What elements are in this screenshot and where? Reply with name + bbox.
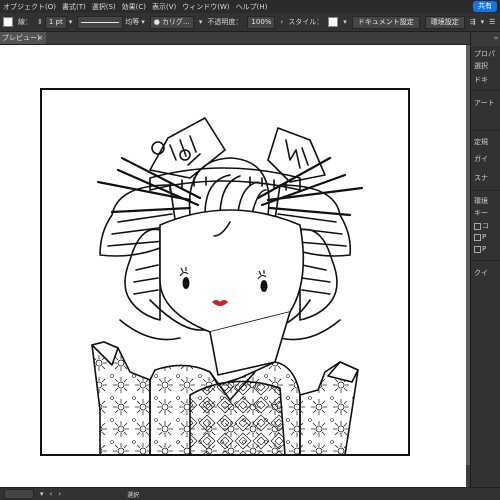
properties-panel: « プロパ 選択 ドキ アート 定規 ガイ スナ 環境 キー コ P P クイ bbox=[470, 32, 500, 487]
checkbox-icon[interactable] bbox=[474, 233, 481, 241]
left-eye bbox=[182, 277, 190, 289]
stroke-label: 線： bbox=[18, 18, 32, 26]
close-icon[interactable]: × bbox=[37, 32, 43, 44]
menu-item-view[interactable]: 表示(V) bbox=[152, 2, 176, 12]
chevron-down-icon[interactable]: ▾ bbox=[481, 18, 485, 26]
arrange-icon[interactable]: ⇶ bbox=[470, 18, 476, 26]
checkbox-label: P bbox=[482, 245, 487, 253]
menu-item-object[interactable]: オブジェクト(O) bbox=[3, 2, 56, 12]
style-label: スタイル： bbox=[288, 18, 324, 26]
stroke-profile-control[interactable]: 均等 ▾ bbox=[77, 15, 145, 29]
panel-label-keyboard: キー bbox=[474, 209, 488, 217]
right-eye bbox=[260, 280, 268, 292]
current-tool-label: 選択 bbox=[127, 491, 140, 499]
stroke-profile-preview[interactable] bbox=[77, 15, 124, 29]
menu-item-help[interactable]: ヘルプ(H) bbox=[236, 2, 268, 12]
menu-item-effect[interactable]: 効果(C) bbox=[122, 2, 146, 12]
style-swatch-icon[interactable] bbox=[328, 17, 339, 27]
document-tab[interactable]: ブレビュー) × bbox=[0, 32, 46, 44]
panel-label-snap: スナ bbox=[474, 174, 488, 182]
checkbox-icon[interactable] bbox=[474, 245, 481, 253]
face bbox=[159, 209, 305, 333]
vertical-scrollbar[interactable] bbox=[466, 45, 470, 487]
menu-icon[interactable]: ☰ bbox=[489, 18, 495, 26]
menu-item-window[interactable]: ウィンドウ(W) bbox=[182, 2, 229, 12]
prev-artboard-icon[interactable]: ‹ bbox=[50, 490, 53, 498]
panel-label-document: ドキ bbox=[474, 76, 488, 84]
menu-item-type[interactable]: 書式(T) bbox=[62, 2, 86, 12]
panel-label-preferences: 環境 bbox=[474, 197, 488, 205]
checkbox-icon[interactable] bbox=[474, 222, 481, 230]
panel-label-quick-actions: クイ bbox=[474, 269, 488, 277]
share-button[interactable]: 共有 bbox=[473, 1, 497, 12]
control-bar: 線： ⇕ 1 pt ▾ 均等 ▾ ● カリグ… ▾ 不透明度： 100% › ス… bbox=[0, 13, 500, 32]
opacity-label: 不透明度： bbox=[207, 18, 243, 26]
chevron-down-icon[interactable]: ▾ bbox=[141, 18, 145, 26]
panel-label-selection: 選択 bbox=[474, 62, 488, 70]
preferences-button[interactable]: 環境設定 bbox=[424, 15, 465, 29]
collapse-icon[interactable]: « bbox=[494, 34, 498, 42]
panel-divider bbox=[471, 260, 500, 261]
panel-label-rulers: 定規 bbox=[474, 138, 488, 146]
document-settings-button[interactable]: ドキュメント設定 bbox=[351, 15, 420, 29]
chevron-down-icon[interactable]: ▾ bbox=[343, 18, 347, 26]
panel-divider bbox=[471, 190, 500, 191]
panel-checkbox-2[interactable]: P bbox=[474, 233, 486, 241]
stroke-color-swatch[interactable] bbox=[3, 17, 13, 27]
scrollbar-thumb[interactable] bbox=[466, 45, 470, 465]
panel-header[interactable]: « bbox=[471, 32, 500, 46]
zoom-field[interactable] bbox=[4, 489, 34, 499]
panel-divider bbox=[471, 130, 500, 131]
canvas[interactable] bbox=[0, 45, 466, 487]
document-tab-title: ブレビュー) bbox=[2, 34, 40, 42]
brush-dot-icon: ● bbox=[153, 17, 160, 26]
checkbox-label: コ bbox=[482, 222, 489, 230]
chevron-right-icon[interactable]: › bbox=[280, 18, 283, 26]
menu-bar: オブジェクト(O) 書式(T) 選択(S) 効果(C) 表示(V) ウィンドウ(… bbox=[0, 0, 500, 13]
stroke-weight-control[interactable]: ⇕ 1 pt ▾ bbox=[37, 15, 73, 29]
panel-tab-properties[interactable]: プロパ bbox=[474, 49, 495, 59]
status-bar: ▾ ‹ › 選択 bbox=[0, 487, 500, 500]
brush-select[interactable]: ● カリグ… bbox=[149, 15, 194, 29]
next-artboard-icon[interactable]: › bbox=[58, 490, 61, 498]
panel-checkbox-1[interactable]: コ bbox=[474, 221, 489, 231]
panel-label-artboard: アート bbox=[474, 99, 495, 107]
chevron-down-icon[interactable]: ▾ bbox=[69, 18, 73, 26]
panel-divider bbox=[471, 90, 500, 91]
menu-item-select[interactable]: 選択(S) bbox=[92, 2, 116, 12]
checkbox-label: P bbox=[482, 233, 487, 241]
chevron-down-icon[interactable]: ▾ bbox=[199, 18, 203, 26]
panel-label-guides: ガイ bbox=[474, 155, 488, 163]
panel-checkbox-3[interactable]: P bbox=[474, 245, 486, 253]
brush-name: カリグ… bbox=[161, 17, 190, 26]
chevron-down-icon[interactable]: ▾ bbox=[40, 490, 44, 498]
stepper-icon[interactable]: ⇕ bbox=[37, 18, 43, 26]
stroke-weight-field[interactable]: 1 pt bbox=[44, 15, 67, 29]
opacity-field[interactable]: 100% bbox=[247, 15, 276, 29]
document-tab-bar: ブレビュー) × bbox=[0, 32, 470, 45]
stroke-profile-label: 均等 bbox=[125, 18, 140, 26]
